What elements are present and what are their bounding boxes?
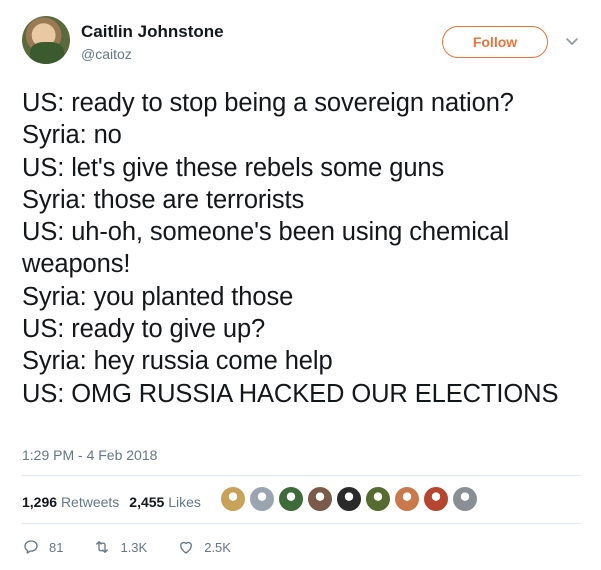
- divider-top: [22, 475, 581, 476]
- liker-avatar[interactable]: [278, 486, 304, 512]
- liker-avatar[interactable]: [423, 486, 449, 512]
- like-count: 2.5K: [204, 539, 231, 555]
- follow-button[interactable]: Follow: [442, 26, 548, 58]
- avatar[interactable]: [22, 16, 70, 64]
- handle[interactable]: @caitoz: [81, 45, 224, 63]
- tweet-text: US: ready to stop being a sovereign nati…: [22, 89, 559, 408]
- display-name[interactable]: Caitlin Johnstone: [81, 22, 224, 42]
- like-button[interactable]: 2.5K: [177, 538, 231, 556]
- likes-stat[interactable]: 2,455 Likes: [129, 494, 201, 510]
- liker-avatar[interactable]: [365, 486, 391, 512]
- liker-avatar[interactable]: [452, 486, 478, 512]
- liker-avatar[interactable]: [307, 486, 333, 512]
- likes-label: Likes: [168, 494, 201, 510]
- liker-avatars: [220, 486, 481, 512]
- liker-avatar[interactable]: [220, 486, 246, 512]
- liker-avatar[interactable]: [394, 486, 420, 512]
- liker-avatar[interactable]: [336, 486, 362, 512]
- reply-icon: [24, 540, 38, 554]
- retweet-icon: [96, 541, 109, 553]
- author-names: Caitlin Johnstone @caitoz: [81, 22, 224, 63]
- liker-avatar[interactable]: [249, 486, 275, 512]
- reply-button[interactable]: 81: [22, 538, 63, 556]
- retweets-stat[interactable]: 1,296 Retweets: [22, 494, 119, 510]
- reply-count: 81: [49, 539, 64, 555]
- likes-count: 2,455: [129, 494, 165, 510]
- heart-icon: [180, 541, 193, 554]
- retweet-count: 1.3K: [120, 539, 148, 555]
- tweet-timestamp[interactable]: 1:29 PM - 4 Feb 2018: [22, 447, 157, 463]
- engagement-stats: 1,296 Retweets 2,455 Likes: [22, 492, 211, 512]
- divider-bottom: [22, 523, 581, 524]
- caret-down-icon[interactable]: [564, 33, 580, 49]
- retweets-label: Retweets: [60, 494, 120, 510]
- tweet-header: Caitlin Johnstone @caitoz Follow: [22, 16, 582, 72]
- tweet-actions: 81 1.3K 2.5K: [22, 537, 261, 557]
- retweet-button[interactable]: 1.3K: [93, 538, 147, 556]
- retweets-count: 1,296: [22, 494, 58, 510]
